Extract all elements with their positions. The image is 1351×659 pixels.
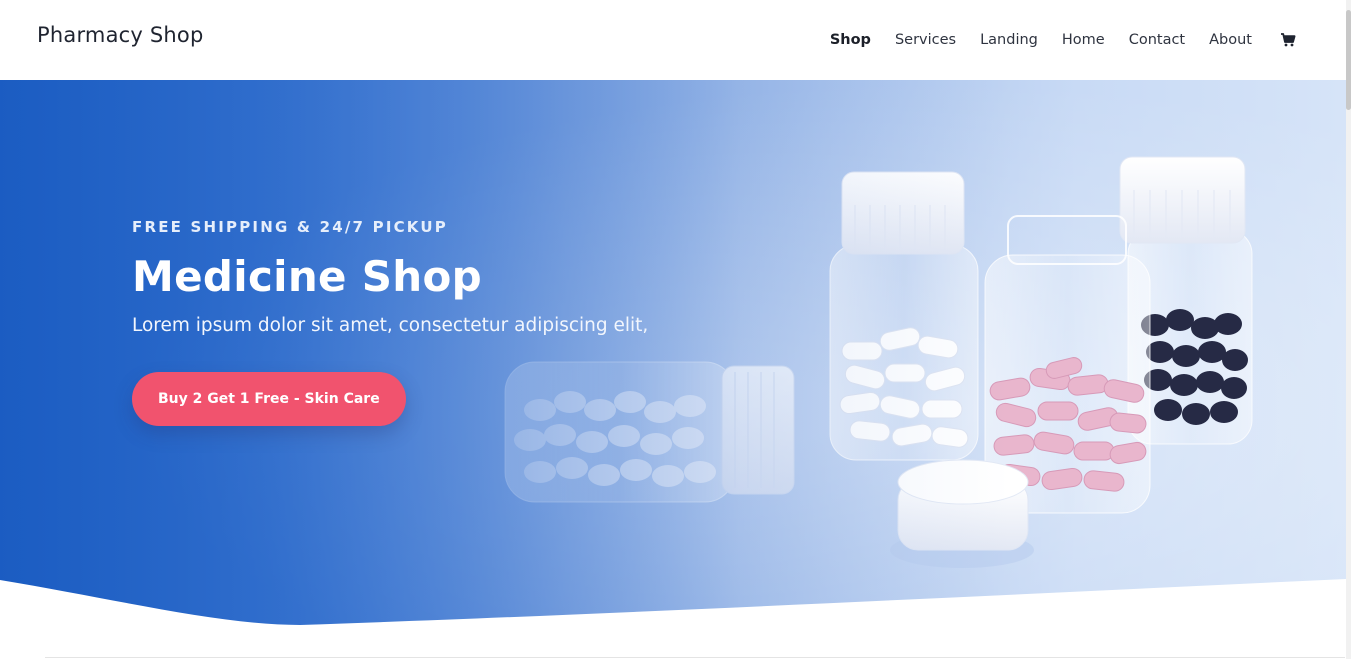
nav-item-shop[interactable]: Shop xyxy=(830,32,871,48)
page-scrollbar[interactable] xyxy=(1346,0,1351,659)
nav-item-home[interactable]: Home xyxy=(1062,32,1105,48)
shopping-cart-icon[interactable] xyxy=(1280,32,1296,48)
scrollbar-thumb[interactable] xyxy=(1346,10,1351,110)
site-logo[interactable]: Pharmacy Shop xyxy=(37,23,204,47)
hero-content: FREE SHIPPING & 24/7 PICKUP Medicine Sho… xyxy=(132,218,782,426)
nav-item-about[interactable]: About xyxy=(1209,32,1252,48)
nav-item-services[interactable]: Services xyxy=(895,32,956,48)
hero-bottom-wave xyxy=(0,579,1346,630)
buy-2-get-1-button[interactable]: Buy 2 Get 1 Free - Skin Care xyxy=(132,372,406,426)
hero-title: Medicine Shop xyxy=(132,252,483,301)
nav-item-landing[interactable]: Landing xyxy=(980,32,1038,48)
hero-banner: FREE SHIPPING & 24/7 PICKUP Medicine Sho… xyxy=(0,80,1346,630)
hero-eyebrow: FREE SHIPPING & 24/7 PICKUP xyxy=(132,218,448,236)
main-nav: Shop Services Landing Home Contact About xyxy=(830,30,1296,50)
page: Pharmacy Shop Shop Services Landing Home… xyxy=(0,0,1351,659)
nav-item-contact[interactable]: Contact xyxy=(1129,32,1185,48)
section-divider xyxy=(45,657,1345,658)
site-header: Pharmacy Shop Shop Services Landing Home… xyxy=(0,0,1346,80)
hero-subtitle: Lorem ipsum dolor sit amet, consectetur … xyxy=(132,315,649,336)
